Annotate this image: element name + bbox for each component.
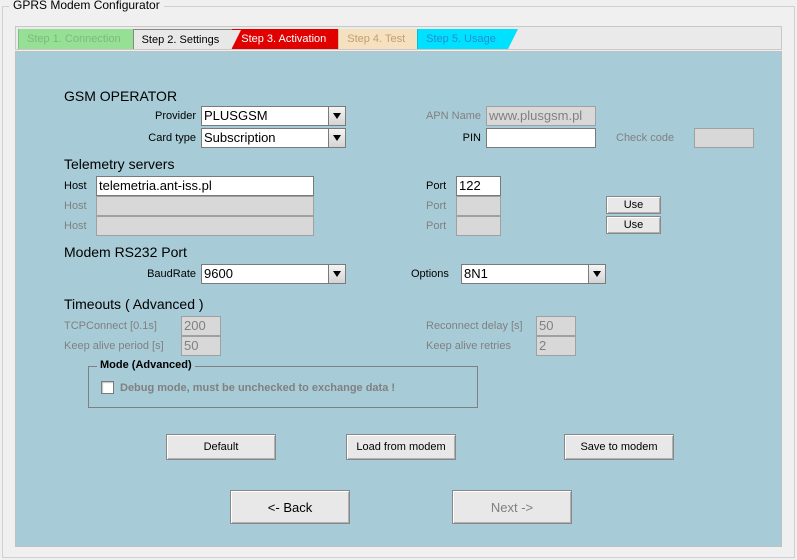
host2-input (96, 196, 314, 216)
tab-connection[interactable]: Step 1. Connection (18, 29, 133, 49)
tab-label: Step 2. Settings (142, 34, 220, 46)
options-value: 8N1 (464, 266, 488, 281)
use-label: Use (624, 199, 644, 211)
tcpconnect-input: 200 (181, 316, 221, 336)
tab-label: Step 3. Activation (241, 33, 326, 45)
pin-input[interactable] (486, 128, 596, 148)
chevron-down-icon (328, 265, 345, 283)
gsm-operator-title: GSM OPERATOR (64, 88, 177, 104)
options-label: Options (411, 268, 461, 280)
checkbox-box-icon (101, 381, 114, 394)
cardtype-value: Subscription (204, 130, 276, 145)
wizard-tabs: Step 1. Connection Step 2. Settings Step… (15, 26, 782, 50)
port1-input[interactable]: 122 (456, 176, 501, 196)
tab-activation[interactable]: Step 3. Activation (232, 29, 338, 49)
back-button[interactable]: <- Back (230, 490, 350, 524)
debug-mode-label: Debug mode, must be unchecked to exchang… (120, 382, 395, 394)
use3-button[interactable]: Use (606, 216, 661, 234)
baudrate-label: BaudRate (126, 268, 196, 280)
host1-value: telemetria.ant-iss.pl (99, 178, 212, 193)
load-label: Load from modem (356, 441, 445, 453)
tab-label: Step 1. Connection (27, 33, 121, 45)
port1-value: 122 (459, 178, 481, 193)
host2-label: Host (64, 200, 94, 212)
port2-label: Port (426, 200, 451, 212)
chevron-down-icon (328, 107, 345, 125)
tab-settings[interactable]: Step 2. Settings (133, 29, 233, 49)
checkcode-input (694, 128, 754, 148)
tab-label: Step 4. Test (347, 33, 405, 45)
mode-groupbox: Mode (Advanced) Debug mode, must be unch… (88, 366, 478, 408)
options-select[interactable]: 8N1 (461, 264, 606, 284)
tab-usage[interactable]: Step 5. Usage (417, 29, 508, 49)
use-label: Use (624, 219, 644, 231)
host1-label: Host (64, 180, 94, 192)
tcpconnect-value: 200 (184, 318, 206, 333)
default-button[interactable]: Default (166, 434, 276, 460)
host1-input[interactable]: telemetria.ant-iss.pl (96, 176, 314, 196)
tab-test[interactable]: Step 4. Test (338, 29, 417, 49)
cardtype-select[interactable]: Subscription (201, 128, 346, 148)
save-to-modem-button[interactable]: Save to modem (564, 434, 674, 460)
apn-input: www.plusgsm.pl (486, 106, 596, 126)
provider-select[interactable]: PLUSGSM (201, 106, 346, 126)
rs232-title: Modem RS232 Port (64, 244, 187, 260)
host3-input (96, 216, 314, 236)
keepalive-value: 50 (184, 338, 198, 353)
mode-legend: Mode (Advanced) (97, 359, 195, 371)
port3-input (456, 216, 501, 236)
save-label: Save to modem (580, 441, 657, 453)
port1-label: Port (426, 180, 451, 192)
baudrate-value: 9600 (204, 266, 233, 281)
retries-label: Keep alive retries (426, 340, 536, 352)
next-label: Next -> (491, 500, 533, 515)
host3-label: Host (64, 220, 94, 232)
port2-input (456, 196, 501, 216)
reconnect-input: 50 (536, 316, 576, 336)
provider-value: PLUSGSM (204, 108, 268, 123)
port3-label: Port (426, 220, 451, 232)
use2-button[interactable]: Use (606, 196, 661, 214)
telemetry-title: Telemetry servers (64, 156, 174, 172)
chevron-down-icon (588, 265, 605, 283)
next-button: Next -> (452, 490, 572, 524)
apn-value: www.plusgsm.pl (489, 108, 582, 123)
tab-label: Step 5. Usage (426, 33, 496, 45)
keepalive-label: Keep alive period [s] (64, 340, 174, 352)
load-from-modem-button[interactable]: Load from modem (346, 434, 456, 460)
reconnect-value: 50 (539, 318, 553, 333)
debug-mode-checkbox[interactable]: Debug mode, must be unchecked to exchang… (101, 381, 395, 394)
tcpconnect-label: TCPConnect [0.1s] (64, 320, 174, 332)
timeouts-title: Timeouts ( Advanced ) (64, 296, 204, 312)
baudrate-select[interactable]: 9600 (201, 264, 346, 284)
default-label: Default (204, 441, 239, 453)
chevron-down-icon (328, 129, 345, 147)
back-label: <- Back (268, 500, 312, 515)
keepalive-input: 50 (181, 336, 221, 356)
retries-input: 2 (536, 336, 576, 356)
settings-panel: GSM OPERATOR Provider PLUSGSM Card type … (15, 51, 782, 547)
retries-value: 2 (539, 338, 546, 353)
provider-label: Provider (126, 110, 196, 122)
apn-label: APN Name (411, 110, 481, 122)
window-title: GPRS Modem Configurator (9, 0, 164, 12)
pin-label: PIN (411, 132, 481, 144)
cardtype-label: Card type (126, 132, 196, 144)
checkcode-label: Check code (616, 132, 686, 144)
reconnect-label: Reconnect delay [s] (426, 320, 536, 332)
